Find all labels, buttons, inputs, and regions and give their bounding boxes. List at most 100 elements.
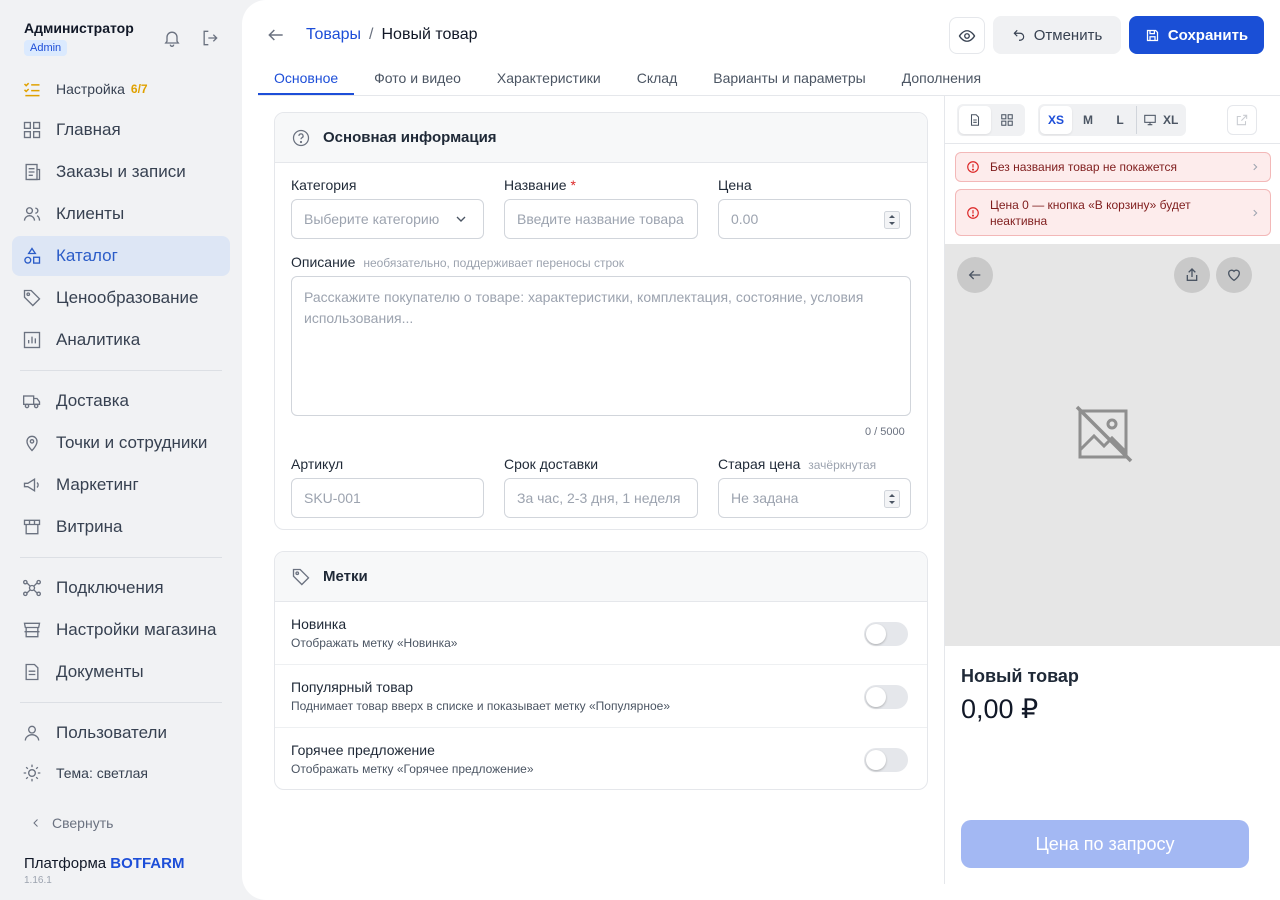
tab-addons[interactable]: Дополнения [886,62,997,95]
sidebar-item-label: Пользователи [56,723,167,742]
tag-row-hot: Горячее предложение Отображать метку «Го… [275,728,927,789]
sku-input[interactable]: SKU-001 [291,478,484,518]
tag-hot-toggle[interactable] [864,748,908,772]
description-placeholder: Расскажите покупателю о товаре: характер… [304,289,864,326]
sidebar-item-storefront[interactable]: Витрина [12,507,230,547]
sidebar-item-setup[interactable]: Настройка 6/7 [12,70,230,108]
preview-share-button[interactable] [1174,257,1210,293]
open-external-button[interactable] [1227,105,1257,135]
warning-no-name[interactable]: Без названия товар не покажется [955,152,1271,182]
user-actions [162,28,220,48]
sidebar-item-label: Подключения [56,578,164,597]
question-circle-icon [291,128,311,148]
price-on-request-button[interactable]: Цена по запросу [961,820,1249,868]
preview-toggle-button[interactable] [949,17,985,54]
user-icon [22,723,42,743]
tab-characteristics[interactable]: Характеристики [481,62,617,95]
sidebar-item-marketing[interactable]: Маркетинг [12,465,230,505]
tab-basic[interactable]: Основное [258,62,355,95]
tags-header: Метки [275,552,927,602]
warning-text: Цена 0 — кнопка «В корзину» будет неакти… [990,197,1191,228]
size-m-button[interactable]: M [1072,106,1104,134]
grid-view-button[interactable] [991,106,1023,134]
arrow-left-icon [967,267,983,283]
document-icon [22,662,42,682]
tag-title: Новинка [291,616,347,632]
shop-settings-icon [22,620,42,640]
collapse-button[interactable]: Свернуть [30,815,113,831]
chevron-left-icon [30,817,42,829]
cancel-button[interactable]: Отменить [993,16,1121,54]
sidebar-item-pricing[interactable]: Ценообразование [12,278,230,318]
sidebar-item-orders[interactable]: Заказы и записи [12,152,230,192]
tags-title: Метки [323,568,368,585]
old-price-label-text: Старая цена [718,456,801,472]
sidebar-item-home[interactable]: Главная [12,110,230,150]
theme-toggle[interactable]: Тема: светлая [12,755,230,791]
tag-row-new: Новинка Отображать метку «Новинка» [275,602,927,665]
bell-icon[interactable] [162,28,182,48]
alert-circle-icon [966,206,980,220]
old-price-input[interactable]: Не задана [718,478,911,518]
warning-text: Без названия товар не покажется [990,160,1177,174]
basic-info-title: Основная информация [323,129,497,146]
back-arrow-icon[interactable] [266,25,286,45]
name-input[interactable]: Введите название товара [504,199,698,239]
nav-divider [20,370,222,371]
tag-popular-toggle[interactable] [864,685,908,709]
sun-icon [22,763,42,783]
tag-title: Популярный товар [291,679,414,695]
tag-new-toggle[interactable] [864,622,908,646]
name-label-text: Название [504,177,567,193]
tags-card: Метки Новинка Отображать метку «Новинка»… [274,551,928,790]
size-xl-button[interactable]: XL [1136,106,1184,134]
size-xs-button[interactable]: XS [1040,106,1072,134]
stepper-icon[interactable] [884,211,900,229]
logout-icon[interactable] [200,28,220,48]
preview-product-title: Новый товар [961,666,1079,686]
receipt-icon [22,162,42,182]
sidebar-item-clients[interactable]: Клиенты [12,194,230,234]
nav-divider [20,702,222,703]
sidebar-item-integrations[interactable]: Подключения [12,568,230,608]
sidebar-item-analytics[interactable]: Аналитика [12,320,230,360]
platform-label: Платформа BOTFARM [24,855,184,872]
tab-media[interactable]: Фото и видео [358,62,477,95]
preview-favorite-button[interactable] [1216,257,1252,293]
price-label: Цена [718,177,752,193]
preview-toolbar: XS M L XL [945,96,1280,144]
sidebar-item-label: Настройка [56,81,125,97]
tab-stock[interactable]: Склад [621,62,694,95]
sidebar-item-catalog[interactable]: Каталог [12,236,230,276]
breadcrumb-products-link[interactable]: Товары [306,26,361,44]
truck-icon [22,391,42,411]
sidebar-item-label: Заказы и записи [56,162,186,181]
preview-back-button[interactable] [957,257,993,293]
sidebar-item-shop-settings[interactable]: Настройки магазина [12,610,230,650]
topbar: Товары / Новый товар Отменить Сохранить [242,0,1280,70]
save-label: Сохранить [1167,26,1249,44]
sidebar-item-delivery[interactable]: Доставка [12,381,230,421]
warning-zero-price[interactable]: Цена 0 — кнопка «В корзину» будет неакти… [955,189,1271,236]
tab-variants[interactable]: Варианты и параметры [697,62,881,95]
tabs: Основное Фото и видео Характеристики Скл… [258,62,1280,96]
sidebar-item-label: Каталог [56,246,118,265]
category-select[interactable]: Выберите категорию [291,199,484,239]
theme-label: Тема: светлая [56,765,148,781]
category-label: Категория [291,177,357,193]
save-button[interactable]: Сохранить [1129,16,1264,54]
size-l-button[interactable]: L [1104,106,1136,134]
old-price-placeholder: Не задана [731,490,799,506]
platform-prefix: Платформа [24,855,107,872]
page-view-button[interactable] [959,106,991,134]
megaphone-icon [22,475,42,495]
price-input[interactable]: 0.00 [718,199,911,239]
sidebar-item-documents[interactable]: Документы [12,652,230,692]
delivery-time-input[interactable]: За час, 2-3 дня, 1 неделя [504,478,698,518]
sidebar-item-locations[interactable]: Точки и сотрудники [12,423,230,463]
stepper-icon[interactable] [884,490,900,508]
sidebar-item-users[interactable]: Пользователи [12,713,230,753]
description-textarea[interactable]: Расскажите покупателю о товаре: характер… [291,276,911,416]
breadcrumb: Товары / Новый товар [306,26,478,44]
sidebar-item-label: Главная [56,120,121,139]
